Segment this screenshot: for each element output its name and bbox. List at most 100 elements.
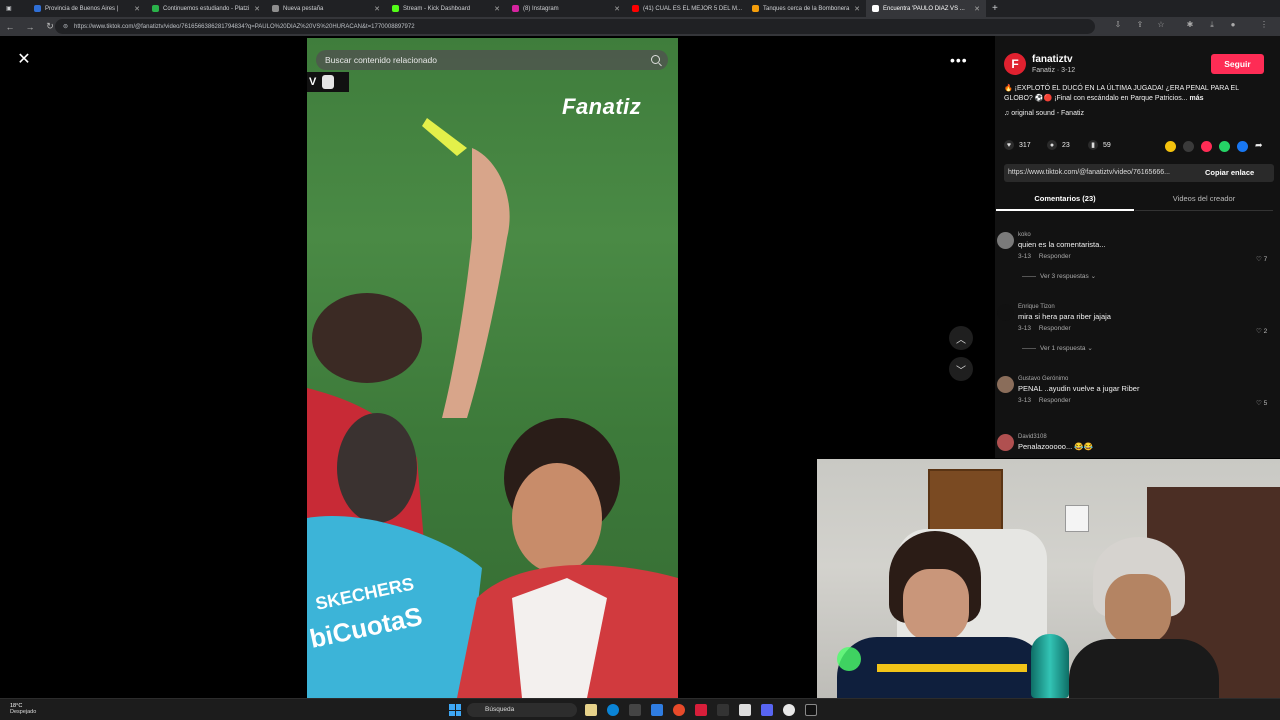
tab-favicon-icon [34,5,41,12]
creator-name[interactable]: fanatiztv [1032,54,1073,65]
more-link[interactable]: más [1190,95,1204,102]
downloads-icon[interactable]: ⤓ [1206,20,1218,32]
comment-avatar[interactable] [997,232,1014,249]
tab-creator-videos[interactable]: Videos del creador [1135,191,1273,211]
chrome-icon[interactable] [783,704,795,716]
app-icon[interactable] [739,704,751,716]
back-icon[interactable]: ← [0,22,20,32]
video-frame-illustration: biCuotaS SKECHERS [307,118,678,698]
sound-link[interactable]: ♫ original sound - Fanatiz [1004,110,1084,117]
comment-like[interactable]: ♡ 5 [1256,399,1267,407]
url-text: https://www.tiktok.com/@fanatiztv/video/… [74,23,415,30]
previous-video-arrow-icon[interactable]: ︿ [949,326,973,350]
reply-button[interactable]: Responder [1039,325,1071,332]
file-explorer-icon[interactable] [585,704,597,716]
browser-tab-strip: ▣ Provincia de Buenos Aires | ✕ Continue… [0,0,1280,17]
comment-avatar[interactable] [997,304,1014,321]
reply-button[interactable]: Responder [1039,397,1071,404]
tab-close-icon[interactable]: ✕ [494,5,500,13]
bookmark-star-icon[interactable]: ☆ [1155,20,1167,32]
profile-icon[interactable]: ● [1227,20,1239,32]
reply-button[interactable]: Responder [1039,253,1071,260]
bookmark-icon[interactable]: ▮ [1088,140,1098,150]
chrome-menu-icon[interactable]: ⋮ [1258,20,1270,32]
tab-close-icon[interactable]: ✕ [974,5,980,13]
repost-icon[interactable] [1165,141,1176,152]
next-video-arrow-icon[interactable]: ﹀ [949,357,973,381]
comment-like-count: 2 [1263,328,1268,335]
view-replies-button[interactable]: Ver 1 respuesta ⌄ [1022,344,1093,352]
link-field[interactable]: https://www.tiktok.com/@fanatiztv/video/… [1004,164,1274,182]
tab-close-icon[interactable]: ✕ [134,5,140,13]
comment-action[interactable]: ● 23 [1047,140,1070,150]
more-options-icon[interactable]: ••• [950,52,968,68]
comment-username[interactable]: Enrique Tizon [1018,304,1055,310]
comment-avatar[interactable] [997,376,1014,393]
browser-tab[interactable]: Continuemos estudiando - Platzi ✕ [146,0,266,17]
comment-date: 3-13 [1018,325,1032,332]
copy-link-button[interactable]: Copiar enlace [1205,164,1254,182]
comment-avatar[interactable] [997,434,1014,451]
tab-close-icon[interactable]: ✕ [254,5,260,13]
share-arrow-icon[interactable]: ➦ [1255,140,1263,151]
browser-tab[interactable]: (41) CUAL ES EL MEJOR 5 DEL M... ✕ [626,0,746,17]
taskbar-search[interactable]: Búsqueda [467,703,577,717]
action-bar: ♥ 317 ● 23 ▮ 59 ➦ [1004,140,1274,154]
comment-text: mira si hera para riber jajaja [1018,312,1111,321]
view-replies-button[interactable]: Ver 3 respuestas ⌄ [1022,272,1096,280]
save-action[interactable]: ▮ 59 [1088,140,1111,150]
browser-tab[interactable]: Tanques cerca de la Bombonera ✕ [746,0,866,17]
related-search-input[interactable]: Buscar contenido relacionado [316,50,668,70]
extensions-icon[interactable]: ✱ [1184,20,1196,32]
discord-icon[interactable] [761,704,773,716]
forward-icon[interactable]: → [20,22,40,32]
browser-tab[interactable]: Nueva pestaña ✕ [266,0,386,17]
player-head-shape [312,293,422,383]
app-icon[interactable] [651,704,663,716]
comment-username[interactable]: koko [1018,232,1031,238]
comment-like[interactable]: ♡ 2 [1256,327,1267,335]
tab-favicon-icon [872,5,879,12]
browser-tab[interactable]: Stream - Kick Dashboard ✕ [386,0,506,17]
tab-comments[interactable]: Comentarios (23) [996,191,1134,211]
facebook-icon[interactable] [1237,141,1248,152]
video-player[interactable]: biCuotaS SKECHERS V Fanatiz [307,38,678,698]
comment-username[interactable]: David3108 [1018,434,1047,440]
comment-icon[interactable]: ● [1047,140,1057,150]
app-icon[interactable] [695,704,707,716]
creator-avatar[interactable]: F [1004,53,1026,75]
browser-tab-active[interactable]: Encuentra 'PAULO DIAZ VS ... ✕ [866,0,986,17]
tab-close-icon[interactable]: ✕ [614,5,620,13]
player2-face-shape [512,463,602,573]
window-menu-icon[interactable]: ▣ [0,0,28,17]
app-icon[interactable] [629,704,641,716]
url-field[interactable]: ⊜ https://www.tiktok.com/@fanatiztv/vide… [55,19,1095,34]
share-icon[interactable]: ⇪ [1134,20,1146,32]
edge-icon[interactable] [607,704,619,716]
weather-widget[interactable]: 18°C Despejado [10,703,36,715]
send-icon[interactable] [1201,141,1212,152]
search-icon[interactable] [651,55,660,64]
browser-tab[interactable]: (8) Instagram ✕ [506,0,626,17]
tab-close-icon[interactable]: ✕ [854,5,860,13]
install-icon[interactable]: ⇩ [1112,20,1124,32]
close-icon[interactable]: ✕ [14,50,34,70]
app-icon[interactable] [717,704,729,716]
start-menu-icon[interactable] [449,704,461,716]
comment-username[interactable]: Gustavo Gerónimo [1018,376,1068,382]
comment-count: 23 [1062,141,1070,149]
site-info-icon[interactable]: ⊜ [63,23,68,30]
app-icon[interactable] [805,704,817,716]
comment-like[interactable]: ♡ 7 [1256,255,1267,263]
follow-button[interactable]: Seguir [1211,54,1264,74]
app-icon[interactable] [673,704,685,716]
tab-close-icon[interactable]: ✕ [374,5,380,13]
like-action[interactable]: ♥ 317 [1004,140,1031,150]
new-tab-icon[interactable]: + [986,0,1006,17]
whatsapp-icon[interactable] [1219,141,1230,152]
comment-date: 3-13 [1018,397,1032,404]
browser-tab[interactable]: Provincia de Buenos Aires | ✕ [28,0,146,17]
embed-icon[interactable] [1183,141,1194,152]
person-left-face-shape [903,569,969,641]
heart-icon[interactable]: ♥ [1004,140,1014,150]
